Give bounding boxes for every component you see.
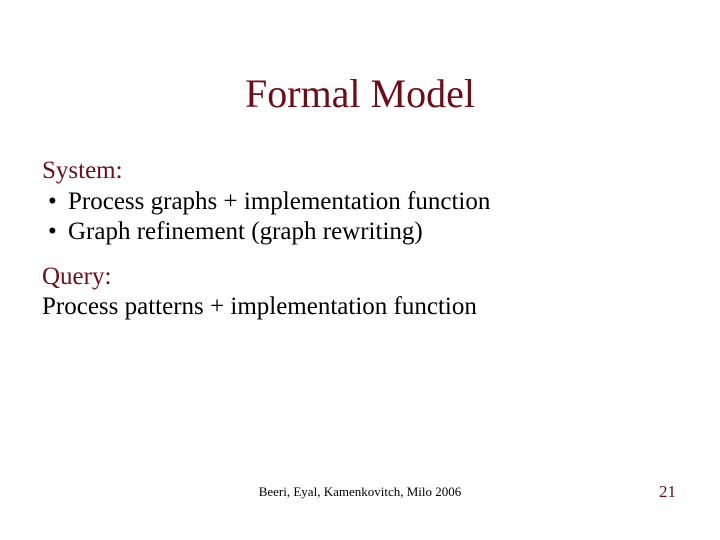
page-number: 21 bbox=[659, 482, 676, 502]
slide-body: System: Process graphs + implementation … bbox=[42, 156, 678, 323]
system-block: System: Process graphs + implementation … bbox=[42, 156, 678, 248]
query-block: Query: Process patterns + implementation… bbox=[42, 262, 678, 323]
footer-citation: Beeri, Eyal, Kamenkovitch, Milo 2006 bbox=[0, 484, 720, 500]
query-line: Process patterns + implementation functi… bbox=[42, 292, 678, 323]
query-heading: Query: bbox=[42, 262, 678, 293]
list-item: Process graphs + implementation function bbox=[68, 187, 678, 218]
list-item: Graph refinement (graph rewriting) bbox=[68, 217, 678, 248]
slide: Formal Model System: Process graphs + im… bbox=[0, 0, 720, 540]
system-heading: System: bbox=[42, 156, 678, 187]
system-bullets: Process graphs + implementation function… bbox=[42, 187, 678, 248]
slide-title: Formal Model bbox=[0, 70, 720, 117]
